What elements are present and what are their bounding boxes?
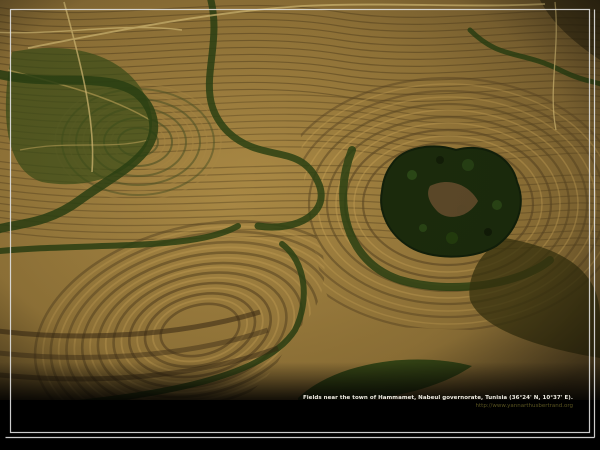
aerial-photo: [0, 0, 600, 450]
caption: Fields near the town of Hammamet, Nabeul…: [303, 395, 573, 410]
caption-url: http://www.yannarthusbertrand.org: [303, 403, 573, 410]
wallpaper-stage: Fields near the town of Hammamet, Nabeul…: [0, 0, 600, 450]
photo-scene: [0, 0, 600, 450]
caption-location: Fields near the town of Hammamet, Nabeul…: [303, 395, 573, 402]
